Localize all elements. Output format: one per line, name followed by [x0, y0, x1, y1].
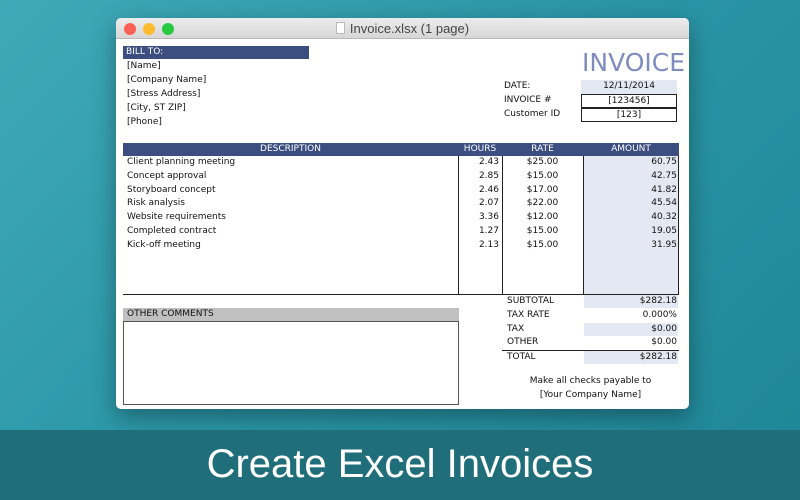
cell-amount[interactable]: 31.95: [583, 239, 677, 252]
cell-description[interactable]: Storyboard concept: [127, 184, 216, 197]
cell-rate[interactable]: $22.00: [502, 197, 583, 210]
bill-to-line[interactable]: [Phone]: [127, 116, 162, 129]
payable-line-2: [Your Company Name]: [539, 390, 642, 400]
cell-amount[interactable]: 40.32: [583, 211, 677, 224]
column-header-hours: HOURS: [458, 143, 502, 156]
cell-rate[interactable]: $25.00: [502, 156, 583, 169]
promo-banner: Create Excel Invoices: [0, 430, 800, 500]
cell-hours[interactable]: 3.36: [458, 211, 499, 224]
bill-to-line[interactable]: [Stress Address]: [127, 88, 200, 101]
cell-description[interactable]: Risk analysis: [127, 197, 185, 210]
total-label-tax-rate: TAX RATE: [507, 309, 550, 320]
meta-value[interactable]: [123]: [581, 108, 677, 122]
cell-rate[interactable]: $17.00: [502, 184, 583, 197]
cell-amount[interactable]: 42.75: [583, 170, 677, 183]
total-value-tax[interactable]: $0.00: [584, 322, 678, 336]
cell-hours[interactable]: 2.07: [458, 197, 499, 210]
total-label-other: OTHER: [507, 337, 539, 348]
meta-label: Customer ID: [504, 109, 561, 119]
bill-to-line[interactable]: [Company Name]: [127, 74, 206, 87]
total-value-subtotal[interactable]: $282.18: [584, 295, 678, 308]
cell-description[interactable]: Client planning meeting: [127, 156, 235, 169]
total-value-tax-rate[interactable]: 0.000%: [584, 309, 678, 322]
total-label-subtotal: SUBTOTAL: [507, 296, 555, 306]
bill-to-line[interactable]: [Name]: [127, 60, 161, 73]
total-value-other[interactable]: $0.00: [584, 336, 678, 349]
cell-description[interactable]: Completed contract: [127, 225, 216, 238]
meta-label: INVOICE #: [504, 95, 552, 105]
column-header-amount: AMOUNT: [583, 143, 679, 156]
meta-value[interactable]: [123456]: [581, 94, 677, 108]
invoice-sheet: BILL TO: INVOICE OTHER COMMENTS Make all…: [116, 18, 689, 409]
column-header-description: DESCRIPTION: [123, 143, 458, 156]
cell-amount[interactable]: 45.54: [583, 197, 677, 210]
payable-line-1: Make all checks payable to: [529, 376, 652, 386]
cell-hours[interactable]: 2.46: [458, 184, 499, 197]
cell-amount[interactable]: 60.75: [583, 156, 677, 169]
cell-hours[interactable]: 2.43: [458, 156, 499, 169]
meta-value[interactable]: 12/11/2014: [581, 80, 677, 94]
cell-description[interactable]: Website requirements: [127, 211, 226, 224]
other-comments-header: OTHER COMMENTS: [123, 308, 459, 321]
bill-to-header: BILL TO:: [123, 46, 309, 59]
cell-description[interactable]: Concept approval: [127, 170, 206, 183]
cell-amount[interactable]: 41.82: [583, 184, 677, 197]
cell-hours[interactable]: 1.27: [458, 225, 499, 238]
meta-label: DATE:: [504, 81, 531, 91]
cell-rate[interactable]: $15.00: [502, 225, 583, 238]
cell-rate[interactable]: $12.00: [502, 211, 583, 224]
total-label-tax: TAX: [507, 323, 525, 334]
cell-description[interactable]: Kick-off meeting: [127, 239, 201, 252]
total-value-total[interactable]: $282.18: [584, 351, 678, 365]
bill-to-line[interactable]: [City, ST ZIP]: [127, 102, 186, 115]
preview-window: Invoice.xlsx (1 page) BILL TO: INVOICE O…: [116, 18, 689, 409]
cell-rate[interactable]: $15.00: [502, 170, 583, 183]
cell-rate[interactable]: $15.00: [502, 239, 583, 252]
cell-hours[interactable]: 2.13: [458, 239, 499, 252]
total-label-total: TOTAL: [507, 352, 536, 363]
invoice-heading: INVOICE: [582, 48, 686, 77]
cell-amount[interactable]: 19.05: [583, 225, 677, 238]
cell-hours[interactable]: 2.85: [458, 170, 499, 183]
comments-box[interactable]: [123, 321, 459, 405]
column-header-rate: RATE: [502, 143, 583, 156]
